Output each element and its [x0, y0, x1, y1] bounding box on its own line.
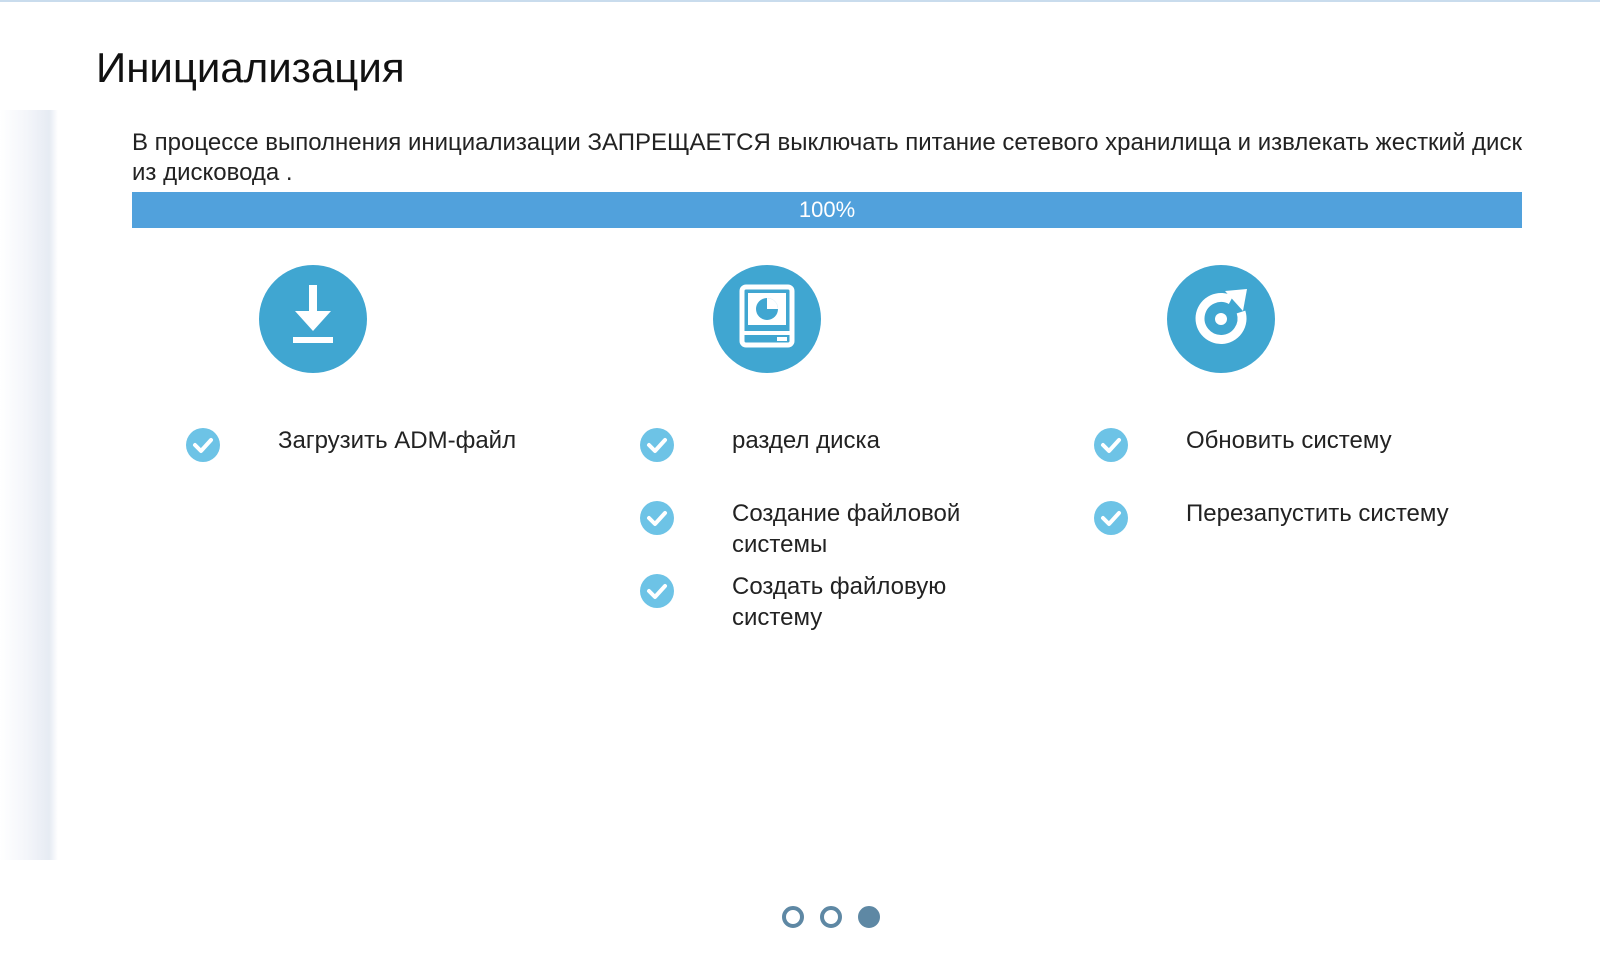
refresh-icon: [1167, 265, 1275, 373]
page-dot-2[interactable]: [820, 906, 842, 928]
task-item: Обновить систему: [1038, 425, 1501, 498]
progress-percent-label: 100%: [798, 197, 856, 222]
top-border: [0, 0, 1600, 2]
page-dot-3-active[interactable]: [858, 906, 880, 928]
task-list: Загрузить ADM-файл: [130, 425, 593, 498]
task-label: Перезапустить систему: [1186, 500, 1449, 527]
check-icon: [640, 574, 674, 608]
task-item: Перезапустить систему: [1038, 498, 1501, 571]
check-icon: [640, 428, 674, 462]
check-icon: [640, 501, 674, 535]
progress-bar: 100%: [132, 192, 1522, 228]
disk-partition-icon: [713, 265, 821, 373]
task-item: раздел диска: [584, 425, 1047, 498]
check-icon: [1094, 428, 1128, 462]
task-list: раздел диска Создание файловой системы С…: [584, 425, 1047, 644]
check-icon: [1094, 501, 1128, 535]
task-item: Создать файловую систему: [584, 571, 1047, 644]
task-label: Создание файловой системы: [732, 500, 961, 558]
task-label: раздел диска: [732, 427, 880, 454]
page-dot-1[interactable]: [782, 906, 804, 928]
download-icon: [259, 265, 367, 373]
left-panel-shadow: [0, 110, 58, 860]
task-item: Загрузить ADM-файл: [130, 425, 593, 498]
task-label: Обновить систему: [1186, 427, 1392, 454]
task-list: Обновить систему Перезапустить систему: [1038, 425, 1501, 571]
page-title: Инициализация: [96, 44, 405, 91]
warning-message: В процессе выполнения инициализации ЗАПР…: [132, 129, 1522, 186]
check-icon: [186, 428, 220, 462]
task-label: Создать файловую систему: [732, 573, 947, 631]
task-label: Загрузить ADM-файл: [278, 427, 517, 454]
task-item: Создание файловой системы: [584, 498, 1047, 571]
